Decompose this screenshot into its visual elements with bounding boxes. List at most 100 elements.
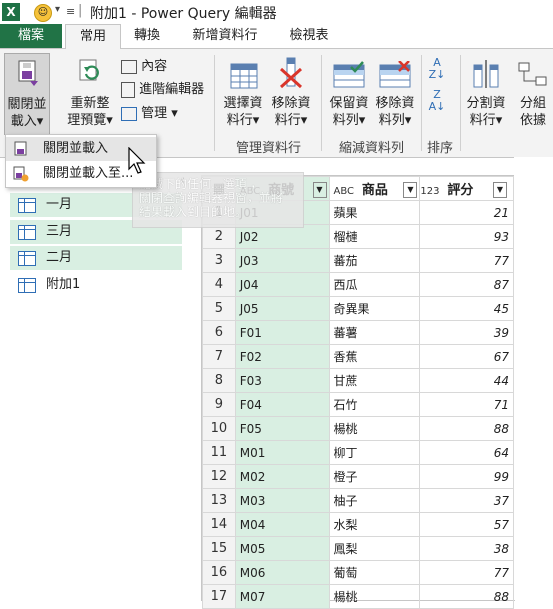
cell-product[interactable]: 榴槤 <box>328 224 421 249</box>
smiley-feedback-icon[interactable]: ☺ <box>34 4 52 22</box>
column-header[interactable]: ABC 商品 ▼ <box>328 176 421 201</box>
cell-id[interactable]: F05 <box>234 416 330 441</box>
remove-rows-button[interactable]: 移除資 料列▾ <box>372 53 418 135</box>
table-row[interactable]: 14 M04 水梨 57 <box>202 512 514 537</box>
keep-rows-button[interactable]: 保留資 料列▾ <box>326 53 372 135</box>
cell-product[interactable]: 楊桃 <box>328 416 421 441</box>
column-header[interactable]: 123 評分 ▼ <box>419 176 514 201</box>
cell-id[interactable]: J03 <box>234 248 330 273</box>
tab-home[interactable]: 常用 <box>65 24 121 50</box>
table-row[interactable]: 16 M06 葡萄 77 <box>202 560 514 585</box>
table-row[interactable]: 10 F05 楊桃 88 <box>202 416 514 441</box>
table-row[interactable]: 4 J04 西瓜 87 <box>202 272 514 297</box>
cell-id[interactable]: M01 <box>234 440 330 465</box>
cell-score[interactable]: 67 <box>419 344 514 369</box>
close-and-load-button[interactable]: 關閉並 載入▾ <box>4 53 50 135</box>
cell-product[interactable]: 楊桃 <box>328 584 421 609</box>
cell-id[interactable]: F04 <box>234 392 330 417</box>
manage-button[interactable]: 管理 ▾ <box>121 105 178 123</box>
choose-columns-button[interactable]: 選擇資 料行▾ <box>220 53 266 135</box>
cell-id[interactable]: M07 <box>234 584 330 609</box>
cell-id[interactable]: J04 <box>234 272 330 297</box>
cell-product[interactable]: 香蕉 <box>328 344 421 369</box>
cell-product[interactable]: 西瓜 <box>328 272 421 297</box>
cell-product[interactable]: 蘋果 <box>328 200 421 225</box>
cell-score[interactable]: 45 <box>419 296 514 321</box>
cell-id[interactable]: J05 <box>234 296 330 321</box>
table-row[interactable]: 5 J05 奇異果 45 <box>202 296 514 321</box>
number-type-icon[interactable]: 123 <box>420 186 439 197</box>
smiley-dropdown-icon[interactable]: ▾ <box>55 4 60 15</box>
refresh-preview-button[interactable]: 重新整 理預覽▾ <box>62 53 118 135</box>
query-item[interactable]: 附加1 <box>10 273 182 297</box>
cell-product[interactable]: 柳丁 <box>328 440 421 465</box>
advanced-editor-button[interactable]: 進階編輯器 <box>121 81 204 99</box>
cell-id[interactable]: M03 <box>234 488 330 513</box>
tab-add-column[interactable]: 新增資料行 <box>178 24 272 48</box>
cell-score[interactable]: 99 <box>419 464 514 489</box>
cell-score[interactable]: 71 <box>419 392 514 417</box>
query-item[interactable]: 二月 <box>10 246 182 270</box>
cell-score[interactable]: 77 <box>419 248 514 273</box>
cell-product[interactable]: 柚子 <box>328 488 421 513</box>
filter-dropdown-icon[interactable]: ▼ <box>312 182 327 198</box>
quick-access-dropdown-icon[interactable]: ≡ <box>66 5 75 18</box>
table-row[interactable]: 7 F02 香蕉 67 <box>202 344 514 369</box>
cell-score[interactable]: 87 <box>419 272 514 297</box>
cell-id[interactable]: F03 <box>234 368 330 393</box>
remove-columns-label-1: 移除資 <box>271 96 311 111</box>
tab-view[interactable]: 檢視表 <box>282 24 336 48</box>
table-row[interactable]: 15 M05 鳳梨 38 <box>202 536 514 561</box>
cell-id[interactable]: F02 <box>234 344 330 369</box>
cell-score[interactable]: 93 <box>419 224 514 249</box>
table-row[interactable]: 2 J02 榴槤 93 <box>202 224 514 249</box>
cell-score[interactable]: 88 <box>419 584 514 609</box>
filter-dropdown-icon[interactable]: ▼ <box>403 182 418 198</box>
cell-score[interactable]: 64 <box>419 440 514 465</box>
cell-score[interactable]: 77 <box>419 560 514 585</box>
filter-dropdown-icon[interactable]: ▼ <box>493 182 507 198</box>
table-row[interactable]: 13 M03 柚子 37 <box>202 488 514 513</box>
table-row[interactable]: 8 F03 甘蔗 44 <box>202 368 514 393</box>
table-row[interactable]: 12 M02 橙子 99 <box>202 464 514 489</box>
table-row[interactable]: 6 F01 蕃薯 39 <box>202 320 514 345</box>
tab-transform[interactable]: 轉換 <box>124 24 170 48</box>
table-row[interactable]: 3 J03 蕃茄 77 <box>202 248 514 273</box>
cell-id[interactable]: M06 <box>234 560 330 585</box>
cell-id[interactable]: J02 <box>234 224 330 249</box>
cell-product[interactable]: 奇異果 <box>328 296 421 321</box>
tab-file[interactable]: 檔案 <box>0 24 62 48</box>
cell-score[interactable]: 39 <box>419 320 514 345</box>
sort-descending-button[interactable]: Z A↓ <box>426 89 448 119</box>
cell-product[interactable]: 甘蔗 <box>328 368 421 393</box>
table-row[interactable]: 11 M01 柳丁 64 <box>202 440 514 465</box>
group-by-button[interactable]: 分組 依據 <box>513 53 553 135</box>
cell-product[interactable]: 蕃薯 <box>328 320 421 345</box>
table-row[interactable]: 9 F04 石竹 71 <box>202 392 514 417</box>
cell-score[interactable]: 38 <box>419 536 514 561</box>
close-load-icon <box>14 141 27 156</box>
ribbon-divider <box>214 55 215 151</box>
cell-product[interactable]: 鳳梨 <box>328 536 421 561</box>
cell-id[interactable]: M05 <box>234 536 330 561</box>
remove-columns-button[interactable]: 移除資 料行▾ <box>268 53 314 135</box>
cell-product[interactable]: 葡萄 <box>328 560 421 585</box>
cell-id[interactable]: M02 <box>234 464 330 489</box>
cell-product[interactable]: 水梨 <box>328 512 421 537</box>
cell-product[interactable]: 蕃茄 <box>328 248 421 273</box>
cell-score[interactable]: 44 <box>419 368 514 393</box>
cell-id[interactable]: F01 <box>234 320 330 345</box>
split-column-icon <box>473 60 499 88</box>
split-column-button[interactable]: 分割資 料行▾ <box>463 53 509 135</box>
cell-score[interactable]: 37 <box>419 488 514 513</box>
text-type-icon[interactable]: ABC <box>334 186 355 197</box>
cell-product[interactable]: 橙子 <box>328 464 421 489</box>
excel-logo-icon: X <box>2 3 20 21</box>
cell-score[interactable]: 57 <box>419 512 514 537</box>
cell-score[interactable]: 88 <box>419 416 514 441</box>
table-row[interactable]: 17 M07 楊桃 88 <box>202 584 514 609</box>
cell-id[interactable]: M04 <box>234 512 330 537</box>
cell-score[interactable]: 21 <box>419 200 514 225</box>
cell-product[interactable]: 石竹 <box>328 392 421 417</box>
properties-button[interactable]: 內容 <box>121 58 167 76</box>
